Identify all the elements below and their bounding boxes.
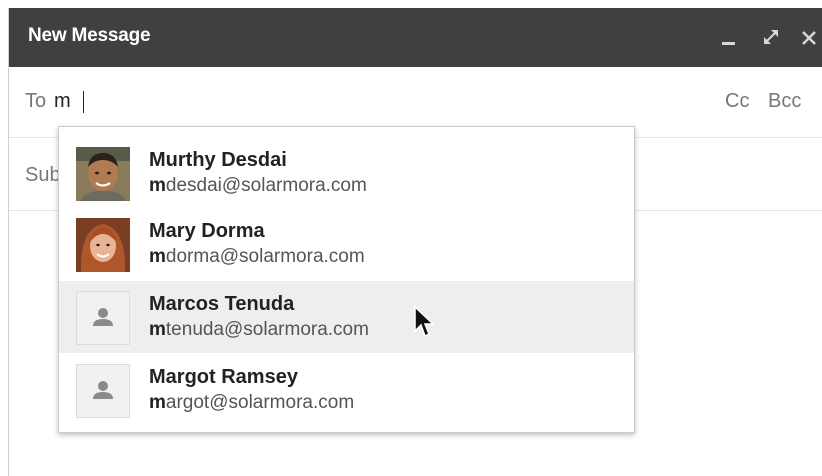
contact-email: mdorma@solarmora.com bbox=[149, 246, 365, 267]
suggestion-item[interactable]: Margot Ramsey margot@solarmora.com bbox=[59, 354, 634, 426]
contact-name: Marcos Tenuda bbox=[149, 293, 295, 315]
contact-photo bbox=[76, 218, 130, 272]
autocomplete-dropdown: Murthy Desdai mdesdai@solarmora.com Mary… bbox=[58, 126, 635, 433]
compose-title: New Message bbox=[28, 25, 151, 46]
cc-link[interactable]: Cc bbox=[725, 90, 749, 113]
expand-icon[interactable] bbox=[757, 22, 783, 52]
person-icon bbox=[76, 364, 130, 418]
minimize-icon[interactable] bbox=[717, 22, 743, 52]
suggestion-item-highlighted[interactable]: Marcos Tenuda mtenuda@solarmora.com bbox=[59, 281, 634, 353]
contact-email: mdesdai@solarmora.com bbox=[149, 175, 367, 196]
suggestion-item[interactable]: Mary Dorma mdorma@solarmora.com bbox=[59, 208, 634, 280]
close-icon[interactable] bbox=[797, 22, 822, 52]
text-caret bbox=[83, 91, 84, 113]
mouse-pointer-icon bbox=[413, 305, 435, 339]
subject-label: Sub bbox=[25, 164, 61, 186]
bcc-link[interactable]: Bcc bbox=[768, 90, 801, 113]
contact-email: mtenuda@solarmora.com bbox=[149, 319, 369, 340]
contact-name: Murthy Desdai bbox=[149, 149, 287, 171]
to-input[interactable] bbox=[54, 87, 654, 115]
contact-name: Mary Dorma bbox=[149, 220, 265, 242]
contact-email: margot@solarmora.com bbox=[149, 392, 355, 413]
person-icon bbox=[76, 291, 130, 345]
contact-photo bbox=[76, 147, 130, 201]
contact-name: Margot Ramsey bbox=[149, 366, 298, 388]
compose-title-bar[interactable]: New Message bbox=[9, 8, 822, 67]
to-label: To bbox=[25, 90, 47, 112]
suggestion-item[interactable]: Murthy Desdai mdesdai@solarmora.com bbox=[59, 137, 634, 209]
